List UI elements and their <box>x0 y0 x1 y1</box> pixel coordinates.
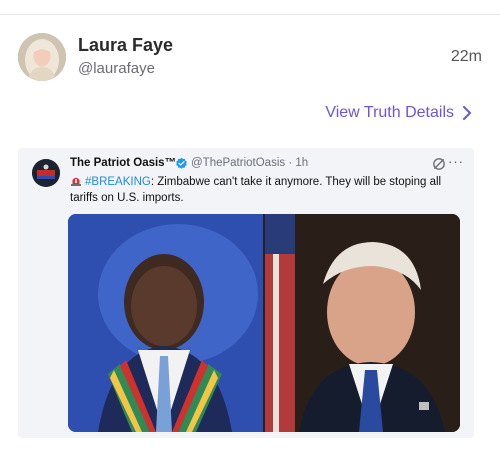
author-name[interactable]: Laura Faye <box>78 35 173 56</box>
ellipsis-icon[interactable]: ··· <box>448 154 464 169</box>
embed-author-name[interactable]: The Patriot Oasis™ <box>70 157 176 169</box>
view-truth-details-label: View Truth Details <box>325 104 454 121</box>
breaking-hashtag[interactable]: #BREAKING <box>85 176 151 188</box>
slash-circle-icon[interactable] <box>432 157 446 171</box>
patriot-oasis-avatar[interactable] <box>32 159 60 187</box>
embed-media[interactable] <box>68 214 460 432</box>
author-avatar[interactable] <box>18 33 66 81</box>
embedded-post[interactable]: The Patriot Oasis™ @ThePatriotOasis · 1h… <box>18 148 474 438</box>
verified-badge-icon <box>176 157 187 169</box>
photo-right[interactable] <box>265 214 460 432</box>
author-handle[interactable]: @laurafaye <box>78 60 155 77</box>
embed-author-handle-time[interactable]: @ThePatriotOasis · 1h <box>191 157 308 169</box>
chevron-right-icon <box>462 106 472 120</box>
post-timestamp: 22m <box>450 48 482 65</box>
photo-left[interactable] <box>68 214 263 432</box>
siren-emoji <box>71 177 81 186</box>
top-divider <box>0 14 500 15</box>
embed-post-text: #BREAKING: Zimbabwe can't take it anymor… <box>70 174 462 206</box>
view-truth-details-link[interactable]: View Truth Details <box>325 104 472 122</box>
